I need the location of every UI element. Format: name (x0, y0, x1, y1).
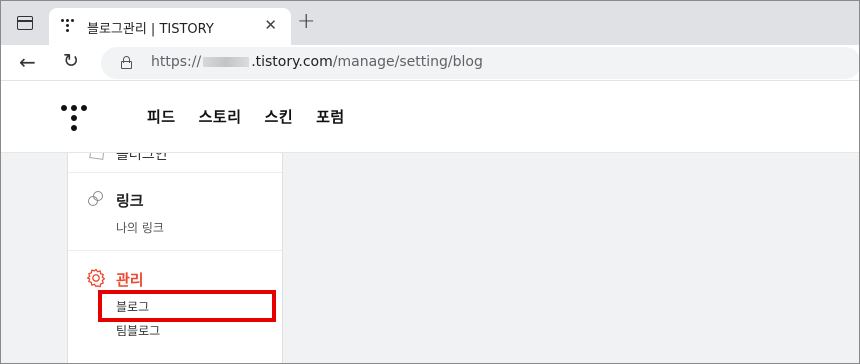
tistory-favicon-icon (61, 19, 75, 33)
redacted-subdomain (203, 57, 250, 67)
back-icon[interactable]: ← (19, 51, 36, 73)
address-bar-row: ← ↻ https:// .tistory.com/manage/setting/… (1, 45, 859, 81)
plugin-icon (89, 153, 105, 160)
sidebar-subitem-team-blog[interactable]: 팀블로그 (116, 322, 160, 339)
browser-window: 블로그관리 | TISTORY ✕ + ← ↻ https:// .tistory… (0, 0, 860, 364)
url-path: /manage/setting/blog (332, 54, 483, 70)
sidebar-item-manage[interactable]: 관리 (116, 269, 144, 290)
main-nav: 피드 스토리 스킨 포럼 (147, 106, 345, 127)
nav-feed[interactable]: 피드 (147, 106, 176, 127)
site-header: 피드 스토리 스킨 포럼 (1, 81, 859, 153)
reload-icon[interactable]: ↻ (63, 50, 79, 72)
new-tab-button[interactable]: + (297, 11, 315, 33)
sidebar-subitem-my-links[interactable]: 나의 링크 (116, 219, 164, 236)
sidebar-menu: 플러그인 링크 나의 링크 관리 블로그 팀블로그 (67, 153, 283, 363)
link-icon (88, 191, 104, 207)
highlight-box (98, 290, 276, 322)
lock-icon[interactable] (121, 56, 132, 69)
sidebar-item-link[interactable]: 링크 (116, 190, 144, 211)
divider (68, 250, 282, 251)
sidebar-item-plugin-label: 플러그인 (116, 153, 168, 163)
address-bar[interactable]: https:// .tistory.com/manage/setting/blog (101, 47, 859, 79)
nav-skin[interactable]: 스킨 (265, 106, 294, 127)
close-tab-icon[interactable]: ✕ (264, 16, 277, 34)
window-menu-icon[interactable] (17, 16, 33, 30)
url-prefix: https:// (151, 54, 202, 70)
active-tab[interactable]: 블로그관리 | TISTORY ✕ (49, 8, 291, 45)
tistory-logo-icon[interactable] (59, 103, 89, 133)
nav-forum[interactable]: 포럼 (316, 106, 345, 127)
tab-strip: 블로그관리 | TISTORY ✕ + (1, 1, 859, 45)
tab-title: 블로그관리 | TISTORY (87, 22, 214, 37)
url-host: .tistory.com (251, 54, 333, 70)
gear-icon (86, 268, 106, 288)
url-text[interactable]: https:// .tistory.com/manage/setting/blog (151, 54, 483, 70)
nav-story[interactable]: 스토리 (199, 106, 242, 127)
sidebar-item-plugin[interactable]: 플러그인 (68, 153, 282, 173)
